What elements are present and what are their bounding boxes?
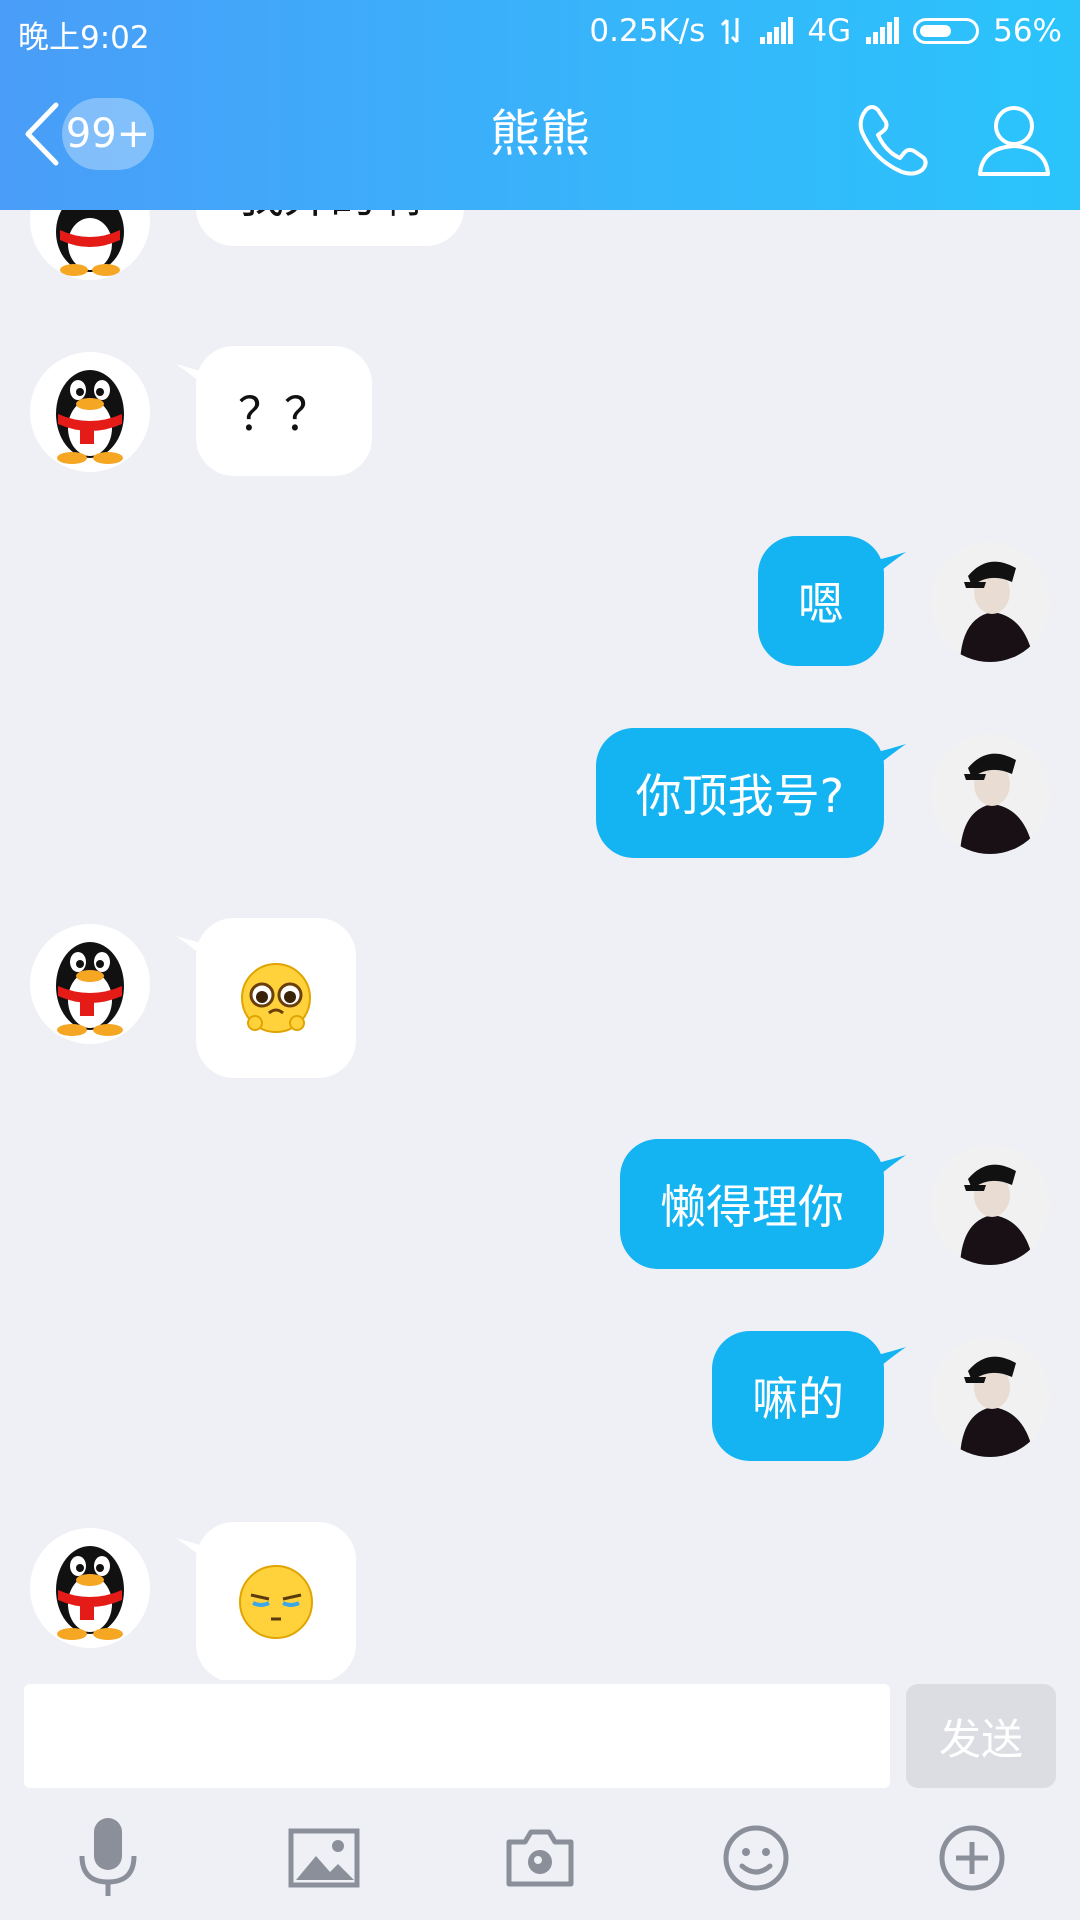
my-avatar[interactable] <box>930 542 1050 662</box>
message-bubble[interactable]: 你顶我号? <box>595 728 884 858</box>
message-bubble[interactable]: 懒得理你 <box>620 1139 884 1269</box>
profile-button[interactable] <box>976 100 1052 180</box>
signal-icon <box>866 17 900 44</box>
image-button[interactable] <box>276 1810 372 1906</box>
phone-icon <box>858 105 928 176</box>
nav-bar: 99+ 熊熊 <box>0 72 1080 200</box>
smug-face-emoji <box>239 1565 313 1639</box>
message-text: ？？ <box>238 387 330 441</box>
person-avatar-icon <box>930 1145 1050 1265</box>
smiley-icon <box>723 1825 789 1891</box>
penguin-avatar-icon <box>56 1546 124 1640</box>
message-list[interactable]: 我弄的啊 ？？ <box>0 0 1080 1680</box>
input-toolbar <box>0 1810 1080 1920</box>
signal-icon <box>760 17 794 44</box>
person-avatar-icon <box>930 734 1050 854</box>
message-input[interactable] <box>24 1684 890 1788</box>
message-text: 嗯 <box>798 577 844 631</box>
message-bubble[interactable] <box>196 1522 356 1680</box>
net-speed: 0.25K/s <box>589 13 706 49</box>
message-bubble[interactable]: 嘛的 <box>712 1331 884 1461</box>
my-avatar[interactable] <box>930 1337 1050 1457</box>
message-text: 懒得理你 <box>660 1180 844 1234</box>
user-icon <box>978 106 1050 176</box>
call-button[interactable] <box>852 100 932 180</box>
composer: 发送 <box>0 1680 1080 1790</box>
camera-icon <box>506 1829 574 1887</box>
my-avatar[interactable] <box>930 1145 1050 1265</box>
voice-button[interactable] <box>60 1810 156 1906</box>
message-text: 嘛的 <box>752 1372 844 1426</box>
data-transfer-icon <box>721 18 739 44</box>
pitiful-face-emoji <box>241 963 311 1033</box>
contact-avatar[interactable] <box>30 352 150 472</box>
status-indicators: 0.25K/s 4G 56% <box>589 12 1062 50</box>
status-time: 晚上9:02 <box>18 20 150 56</box>
status-bar: 晚上9:02 0.25K/s 4G 56% <box>0 0 1080 62</box>
my-avatar[interactable] <box>930 734 1050 854</box>
person-avatar-icon <box>930 542 1050 662</box>
message-text: 你顶我号? <box>635 769 844 823</box>
penguin-avatar-icon <box>56 942 124 1036</box>
emoji-button[interactable] <box>708 1810 804 1906</box>
contact-avatar[interactable] <box>30 1528 150 1648</box>
contact-avatar[interactable] <box>30 924 150 1044</box>
network-type: 4G <box>807 13 852 49</box>
image-icon <box>288 1828 360 1888</box>
chat-header: 晚上9:02 0.25K/s 4G 56% 99+ 熊熊 <box>0 0 1080 210</box>
camera-button[interactable] <box>492 1810 588 1906</box>
person-avatar-icon <box>930 1337 1050 1457</box>
message-bubble[interactable]: 嗯 <box>758 536 884 666</box>
battery-icon <box>913 18 980 44</box>
penguin-avatar-icon <box>56 370 124 464</box>
message-bubble[interactable]: ？？ <box>196 346 372 476</box>
message-bubble[interactable] <box>196 918 356 1078</box>
battery-percent: 56% <box>993 13 1062 49</box>
microphone-icon <box>79 1818 137 1896</box>
plus-circle-icon <box>939 1825 1005 1891</box>
send-button[interactable]: 发送 <box>906 1684 1056 1788</box>
more-button[interactable] <box>924 1810 1020 1906</box>
